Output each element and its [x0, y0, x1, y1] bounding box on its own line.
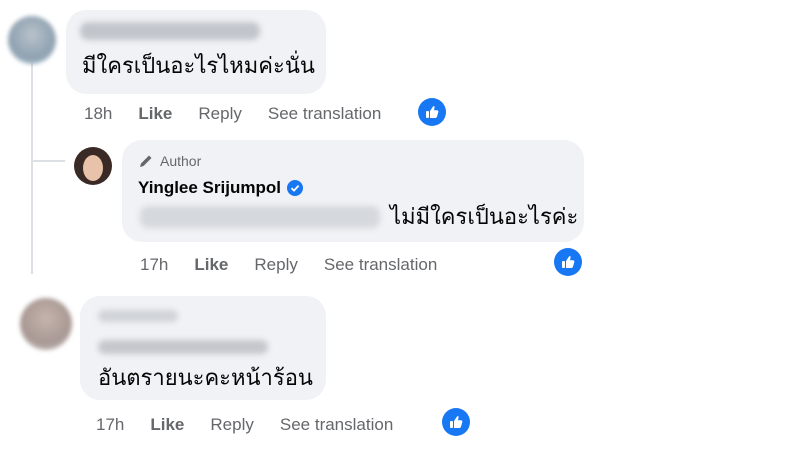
like-link[interactable]: Like	[150, 415, 184, 435]
comment-timestamp[interactable]: 18h	[84, 104, 112, 124]
see-translation-link[interactable]: See translation	[280, 415, 393, 435]
verified-badge-icon	[286, 180, 303, 196]
commenter-name-blurred	[98, 340, 268, 354]
reply-link[interactable]: Reply	[254, 255, 297, 275]
reply-link[interactable]: Reply	[210, 415, 253, 435]
commenter-avatar[interactable]	[20, 298, 72, 350]
author-name-text[interactable]: Yinglee Srijumpol	[138, 178, 281, 198]
comment-actions: 18h Like Reply See translation	[84, 104, 407, 124]
reply-text: ไม่มีใครเป็นอะไรค่ะ	[390, 204, 579, 229]
author-label-text: Author	[160, 153, 202, 169]
like-thumb-icon	[426, 106, 439, 118]
like-link[interactable]: Like	[138, 104, 172, 124]
pencil-icon	[140, 155, 152, 167]
like-reaction-badge[interactable]	[554, 248, 582, 276]
thread-line-vertical	[31, 62, 33, 274]
author-avatar-face	[83, 155, 103, 181]
reply-timestamp[interactable]: 17h	[140, 255, 168, 275]
reply-link[interactable]: Reply	[198, 104, 241, 124]
reply-actions: 17h Like Reply See translation	[140, 255, 463, 275]
comment-actions: 17h Like Reply See translation	[96, 415, 419, 435]
author-name[interactable]: Yinglee Srijumpol	[138, 178, 303, 198]
author-avatar[interactable]	[74, 147, 112, 185]
comment-text: มีใครเป็นอะไรไหมค่ะนั่น	[82, 53, 315, 78]
author-label: Author	[138, 153, 201, 169]
like-link[interactable]: Like	[194, 255, 228, 275]
commenter-avatar[interactable]	[8, 16, 56, 64]
like-reaction-badge[interactable]	[442, 408, 470, 436]
top-fan-badge-blurred	[98, 310, 178, 322]
commenter-name-blurred	[80, 22, 260, 40]
comment-timestamp[interactable]: 17h	[96, 415, 124, 435]
thread-line-branch	[31, 160, 65, 162]
mention-blurred	[140, 206, 380, 228]
like-thumb-icon	[562, 256, 575, 268]
like-reaction-badge[interactable]	[418, 98, 446, 126]
comment-text: อันตรายนะคะหน้าร้อน	[98, 365, 313, 390]
see-translation-link[interactable]: See translation	[324, 255, 437, 275]
see-translation-link[interactable]: See translation	[268, 104, 381, 124]
like-thumb-icon	[450, 416, 463, 428]
